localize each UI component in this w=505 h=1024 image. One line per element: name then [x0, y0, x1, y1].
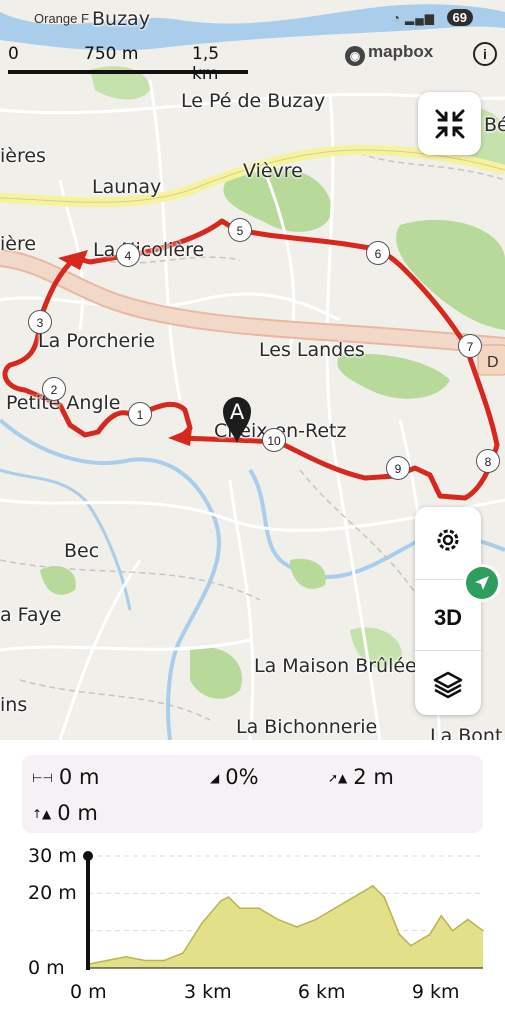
map-view[interactable]: D Buzay Le Pé de Buzay Bé ières Vièvre Launay…: [0, 0, 505, 740]
elevation-point: [353, 896, 355, 898]
waypoint-1[interactable]: 1: [128, 402, 152, 426]
elevation-point: [440, 914, 443, 917]
route-tag-text: D: [487, 354, 499, 371]
waypoint-9[interactable]: 9: [386, 456, 410, 480]
elevation-point: [201, 922, 203, 924]
divider: [415, 650, 481, 651]
x-tick-label: 3 km: [183, 981, 232, 1003]
place-label: a Faye: [0, 604, 62, 626]
info-icon[interactable]: i: [473, 42, 497, 66]
elevation-point: [220, 900, 222, 902]
x-tick-label: 9 km: [411, 981, 460, 1003]
slope-value: 0%: [225, 765, 259, 789]
elevation-point: [334, 907, 336, 910]
waypoint-8[interactable]: 8: [476, 449, 500, 473]
elevation-point: [410, 944, 412, 947]
y-tick-label: 30 m: [28, 845, 77, 867]
scale-mid: 750 m: [84, 44, 139, 64]
place-label: Le Pé de Buzay: [181, 90, 326, 112]
elevation-point: [383, 896, 386, 898]
scale-bar-line: [8, 70, 248, 74]
route-stats-panel: ⊢⊣ 0 m ◢ 0% ➚▲ 2 m ↑▲ 0 m: [22, 755, 483, 833]
waypoint-2[interactable]: 2: [42, 377, 66, 401]
elevation-area: [88, 885, 483, 968]
battery-indicator: 69: [446, 9, 473, 26]
collapse-button[interactable]: [418, 92, 481, 155]
elevation-point: [258, 907, 260, 910]
status-bar: Orange F ◔ ▂▄▆ 69: [0, 8, 505, 30]
elevation-point: [482, 929, 484, 932]
distance-stat: ⊢⊣ 0 m: [32, 765, 99, 789]
x-tick-label: 6 km: [297, 981, 346, 1003]
elevation-point: [106, 959, 108, 962]
waypoint-10[interactable]: 10: [262, 428, 286, 452]
distance-value: 0 m: [58, 765, 100, 789]
place-label: La Porcherie: [38, 330, 156, 352]
elevation-point: [277, 918, 279, 921]
elevation-point: [182, 952, 184, 954]
waypoint-3[interactable]: 3: [28, 310, 52, 334]
elevation-chart[interactable]: 30 m 20 m 0 m0 m 3 km 6 km 9 km: [0, 845, 505, 1024]
navigation-arrow-icon: [475, 576, 489, 590]
slope-icon: ◢: [210, 771, 220, 785]
elevation-point: [144, 959, 146, 962]
layers-icon: [433, 671, 463, 699]
place-label: La Bont: [430, 725, 503, 740]
elevation-point: [372, 885, 374, 887]
altitude-value: 0 m: [57, 801, 98, 825]
place-label: Launay: [92, 176, 162, 198]
elevation-point: [315, 918, 317, 921]
layers-button[interactable]: [415, 652, 481, 718]
place-label: ières: [0, 145, 46, 167]
place-label: ins: [0, 694, 28, 716]
elevation-point: [429, 933, 431, 936]
collapse-icon: [435, 109, 464, 138]
elevation-point: [163, 959, 165, 962]
elevation-point: [467, 918, 469, 921]
gear-icon: [437, 529, 459, 551]
map-controls: 3D: [415, 507, 481, 715]
ascent-value: 2 m: [353, 765, 394, 789]
elevation-point: [451, 929, 454, 932]
carrier-label: Orange F: [34, 11, 89, 26]
y-tick-label: 0 m: [28, 957, 65, 979]
place-label: ière: [0, 233, 37, 255]
settings-button[interactable]: [415, 507, 481, 573]
elevation-point: [239, 907, 241, 910]
elevation-point: [125, 956, 127, 958]
ascent-stat: ➚▲ 2 m: [328, 765, 394, 789]
place-label: La Bichonnerie: [236, 716, 378, 738]
mapbox-wordmark: mapbox: [368, 42, 434, 61]
elevation-point: [398, 933, 401, 936]
slope-stat: ◢ 0%: [210, 765, 259, 789]
waypoint-4[interactable]: 4: [116, 243, 140, 267]
ascent-icon: ➚▲: [328, 771, 348, 785]
cursor-handle: [83, 851, 93, 861]
x-tick-label: 0 m: [70, 981, 107, 1003]
locate-button[interactable]: [466, 567, 498, 599]
altitude-icon: ↑▲: [32, 807, 52, 821]
map-scale-bar: 0 750 m 1,5 km: [8, 44, 248, 84]
scale-start: 0: [8, 44, 19, 64]
scale-end: 1,5 km: [192, 44, 220, 84]
place-label: Bec: [64, 540, 100, 562]
place-label: Vièvre: [243, 160, 303, 182]
waypoint-5[interactable]: 5: [228, 218, 252, 242]
place-label: La Maison Brûlée: [254, 655, 417, 677]
distance-icon: ⊢⊣: [32, 771, 53, 785]
place-label: Les Landes: [259, 339, 365, 361]
elevation-point: [296, 926, 298, 928]
altitude-stat: ↑▲ 0 m: [32, 801, 98, 825]
place-label: Bé: [484, 114, 505, 136]
start-marker-label: A: [229, 400, 245, 424]
place-label: La Nicolière: [93, 239, 205, 261]
elevation-point: [227, 896, 230, 898]
start-marker[interactable]: A: [222, 396, 252, 444]
mapbox-attribution[interactable]: ◉ mapbox: [345, 42, 433, 66]
signal-icon: ◔ ▂▄▆: [392, 11, 435, 25]
waypoint-6[interactable]: 6: [366, 241, 390, 265]
mapbox-logo-icon: ◉: [345, 46, 365, 66]
waypoint-7[interactable]: 7: [458, 334, 482, 358]
y-tick-label: 20 m: [28, 882, 77, 905]
